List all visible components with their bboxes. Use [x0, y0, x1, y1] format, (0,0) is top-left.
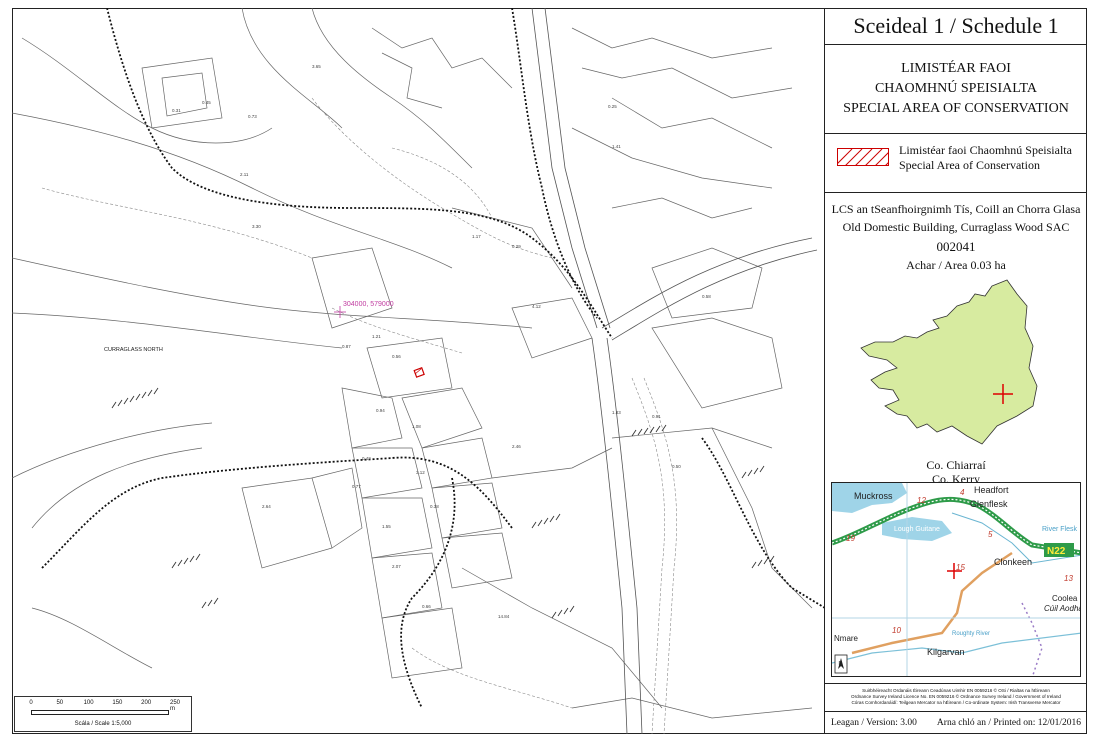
grid-number: 19 — [846, 534, 855, 543]
parcel-area-label: 0.77 — [352, 484, 361, 489]
parcel-area-label: 1.83 — [612, 410, 621, 415]
townland-label: CURRAGLASS NORTH — [104, 347, 163, 353]
parcel-area-label: 0.94 — [376, 408, 385, 413]
place-lough-guitane: Lough Guitane — [894, 526, 940, 533]
copyright-line3: Córas Comhordanáidí: Teilgean Mercator n… — [851, 700, 1061, 705]
county-irish: Co. Chiarraí — [926, 458, 986, 472]
legend-label-irish: Limistéar faoi Chaomhnú Speisialta — [899, 143, 1072, 157]
sac-heading-line3: SPECIAL AREA OF CONSERVATION — [843, 101, 1069, 116]
parcel-area-label: 4.12 — [532, 304, 541, 309]
scale-tick-label: 250 m — [169, 700, 181, 712]
parcel-area-label: 1.41 — [612, 144, 621, 149]
version-label: Leagan / Version: 3.00 — [831, 718, 917, 728]
parcel-area-label: 0.38 — [430, 504, 439, 509]
place-glenflesk: Glenflesk — [970, 499, 1008, 509]
river-roughty-label: Roughty River — [952, 631, 990, 637]
legend-label-english: Special Area of Conservation — [899, 158, 1040, 172]
site-name-english: Old Domestic Building, Curraglass Wood S… — [842, 220, 1070, 234]
parcel-area-label: 0.73 — [248, 114, 257, 119]
parcel-area-label: 1.21 — [372, 334, 381, 339]
place-muckross: Muckross — [854, 491, 893, 501]
parcel-area-label: 1.55 — [382, 524, 391, 529]
north-arrow-icon: N — [834, 654, 848, 674]
locator-map[interactable]: N22 Muckross Headfort Glenflesk Lough Gu… — [831, 482, 1081, 677]
parcel-area-label: 3.65 — [312, 64, 321, 69]
sac-site-marker[interactable] — [413, 367, 425, 378]
place-cuil-aodha: Cúil Aodha — [1044, 604, 1081, 613]
parcel-area-label: 0.25 — [608, 104, 617, 109]
scale-tick-label: 0 — [29, 700, 33, 706]
legend-panel: Sceideal 1 / Schedule 1 LIMISTÉAR FAOI C… — [825, 8, 1087, 734]
parcel-area-label: 3.12 — [416, 470, 425, 475]
sac-heading-line2: CHAOMHNÚ SPEISIALTA — [874, 81, 1038, 96]
parcel-area-label: 0.31 — [172, 108, 181, 113]
place-clonkeen: Clonkeen — [994, 557, 1032, 567]
place-kenmare: Nmare — [834, 634, 859, 643]
county-kerry-map — [857, 276, 1047, 448]
coordinate-marker: 304000, 579000 — [334, 301, 394, 318]
footer: Leagan / Version: 3.00 Arna chló an / Pr… — [825, 711, 1087, 734]
site-details: LCS an tSeanfhoirgnimh Tís, Coill an Cho… — [825, 193, 1087, 274]
main-map[interactable]: 304000, 579000 CURRAGLASS NORTH 0.31 0.45… — [12, 8, 825, 734]
river-flesk-label: River Flesk — [1042, 526, 1078, 533]
page-title: Sceideal 1 / Schedule 1 — [825, 8, 1087, 45]
scale-tick-label: 50 — [56, 700, 64, 706]
scale-tick-label: 150 — [112, 700, 123, 706]
parcel-area-label: 3.30 — [252, 224, 261, 229]
grid-number: 15 — [956, 563, 965, 572]
parcel-area-label: 14.84 — [498, 614, 510, 619]
parcel-area-label: 2.64 — [262, 504, 271, 509]
site-code: 002041 — [936, 239, 976, 254]
grid-number: 10 — [892, 626, 901, 635]
printed-date: Arna chló an / Printed on: 12/01/2016 — [936, 718, 1081, 728]
parcel-area-label: 0.42 — [362, 456, 371, 461]
scale-caption: Scála / Scale 1:5,000 — [74, 721, 132, 727]
place-headfort: Headfort — [974, 485, 1009, 495]
site-name-irish: LCS an tSeanfhoirgnimh Tís, Coill an Cho… — [831, 202, 1081, 216]
sac-hatch-swatch — [837, 148, 889, 166]
scale-bar: 0 50 100 150 200 250 m Scála / Scale 1:5,000 — [14, 696, 192, 732]
svg-text:N: N — [839, 661, 843, 667]
coordinate-label: 304000, 579000 — [343, 301, 394, 308]
parcel-area-label: 0.58 — [702, 294, 711, 299]
place-kilgarvan: Kilgarvan — [927, 647, 965, 657]
road-shield-n22: N22 — [1047, 546, 1066, 557]
site-area: Achar / Area 0.03 ha — [906, 258, 1006, 272]
sac-heading: LIMISTÉAR FAOI CHAOMHNÚ SPEISIALTA SPECI… — [825, 45, 1087, 134]
place-coolea: Coolea — [1052, 594, 1078, 603]
scale-tick-label: 200 — [141, 700, 152, 706]
parcel-area-label: 0.66 — [422, 604, 431, 609]
grid-number: 5 — [988, 530, 993, 539]
scale-tick-label: 100 — [83, 700, 94, 706]
grid-number: 13 — [1064, 574, 1073, 583]
sac-heading-line1: LIMISTÉAR FAOI — [901, 61, 1011, 76]
scale-bar-graphic — [31, 710, 169, 715]
copyright-notice: Suirbhéireacht Ordanáis Éireann Ceadúnas… — [825, 683, 1087, 709]
parcel-area-label: 0.56 — [392, 354, 401, 359]
parcel-area-label: 1.17 — [472, 234, 481, 239]
parcel-area-label: 0.50 — [672, 464, 681, 469]
map-canvas: 304000, 579000 CURRAGLASS NORTH 0.31 0.45… — [12, 8, 824, 734]
parcel-area-label: 0.45 — [202, 100, 211, 105]
parcel-area-label: 1.08 — [412, 424, 421, 429]
parcel-area-label: 2.11 — [240, 172, 249, 177]
parcel-area-label: 0.29 — [512, 244, 521, 249]
parcel-area-label: 2.07 — [392, 564, 401, 569]
legend-box: Limistéar faoi Chaomhnú Speisialta Speci… — [825, 134, 1087, 193]
parcel-area-label: 0.87 — [342, 344, 351, 349]
parcel-area-label: 2.46 — [512, 444, 521, 449]
grid-number: 12 — [917, 496, 926, 505]
grid-number: 4 — [960, 488, 965, 497]
parcel-area-label: 0.91 — [652, 414, 661, 419]
